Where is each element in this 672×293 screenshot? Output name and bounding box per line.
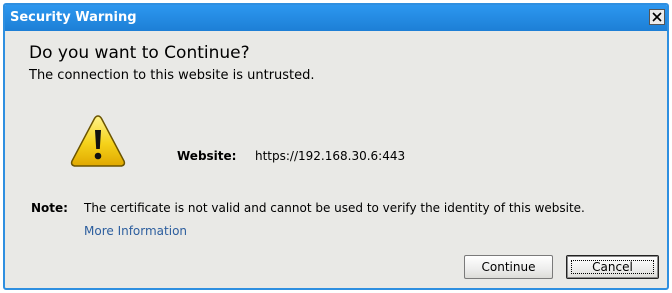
warning-icon xyxy=(70,115,126,167)
close-icon xyxy=(652,12,662,22)
website-label: Website: xyxy=(177,149,237,163)
website-url: https://192.168.30.6:443 xyxy=(255,149,406,163)
dialog-title: Security Warning xyxy=(10,10,137,25)
continue-button-label: Continue xyxy=(481,260,536,274)
dialog-heading: Do you want to Continue? xyxy=(29,43,250,63)
more-information-link[interactable]: More Information xyxy=(84,224,187,238)
cancel-button-label: Cancel xyxy=(592,260,633,274)
dialog-subheading: The connection to this website is untrus… xyxy=(29,68,315,83)
close-button[interactable] xyxy=(649,9,665,25)
cancel-button[interactable]: Cancel xyxy=(566,255,659,279)
continue-button[interactable]: Continue xyxy=(464,255,553,279)
title-bar[interactable]: Security Warning xyxy=(5,5,667,31)
security-warning-dialog: Security Warning Do you want to Continue… xyxy=(3,3,669,290)
note-text: The certificate is not valid and cannot … xyxy=(84,201,585,215)
note-label: Note: xyxy=(31,201,68,215)
